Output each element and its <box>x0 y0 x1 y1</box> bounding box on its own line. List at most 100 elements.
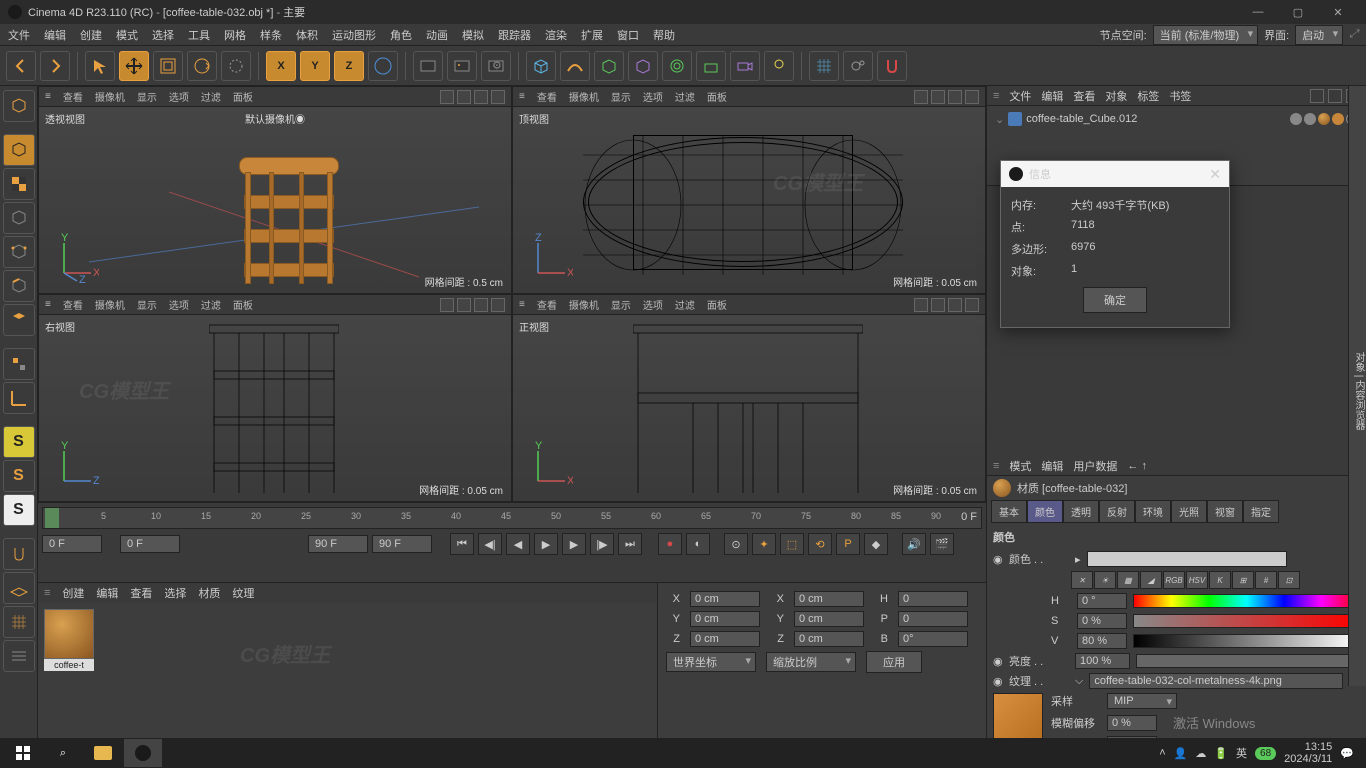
attr-back-icon[interactable]: ← <box>1127 460 1138 472</box>
tray-ime[interactable]: 英 <box>1236 745 1247 761</box>
tab-transparency[interactable]: 透明 <box>1063 500 1099 523</box>
tab-environment[interactable]: 环境 <box>1135 500 1171 523</box>
brightness-field[interactable]: 100 % <box>1075 653 1130 669</box>
mat-menu-texture[interactable]: 纹理 <box>232 585 254 601</box>
explorer-taskbar-icon[interactable] <box>84 739 122 767</box>
vp-nav-icon[interactable] <box>931 298 945 312</box>
mat-grip[interactable]: ≡ <box>44 587 50 599</box>
next-key-button[interactable]: |▶ <box>590 533 614 555</box>
start-button[interactable] <box>4 739 42 767</box>
menu-extensions[interactable]: 扩展 <box>581 27 603 43</box>
objmgr-menu-edit[interactable]: 编辑 <box>1041 88 1063 104</box>
axis-x-toggle[interactable]: X <box>266 51 296 81</box>
tab-reflection[interactable]: 反射 <box>1099 500 1135 523</box>
goto-start-button[interactable]: ⏮ <box>450 533 474 555</box>
vp-nav-icon[interactable] <box>440 90 454 104</box>
menu-mograph[interactable]: 运动图形 <box>332 27 376 43</box>
object-item[interactable]: ⌄ coffee-table_Cube.012 <box>993 110 1360 128</box>
attr-fwd-icon[interactable]: ↑ <box>1141 460 1147 472</box>
tab-assign[interactable]: 指定 <box>1243 500 1279 523</box>
pos-y-field[interactable]: 0 cm <box>690 611 760 627</box>
menu-create[interactable]: 创建 <box>80 27 102 43</box>
vp-nav-icon[interactable] <box>474 90 488 104</box>
vp-menu-panel[interactable]: 面板 <box>233 297 253 312</box>
rot-h-field[interactable]: 0 <box>898 591 968 607</box>
move-tool[interactable] <box>119 51 149 81</box>
objmgr-grip[interactable]: ≡ <box>993 90 999 102</box>
add-camera-button[interactable] <box>730 51 760 81</box>
picker-icon[interactable]: ☀ <box>1094 571 1116 589</box>
pos-z-field[interactable]: 0 cm <box>690 631 760 647</box>
dialog-ok-button[interactable]: 确定 <box>1083 287 1147 313</box>
objmgr-menu-file[interactable]: 文件 <box>1009 88 1031 104</box>
vp-grip[interactable]: ≡ <box>519 299 525 310</box>
objmgr-icon[interactable] <box>1328 89 1342 103</box>
picker-hex[interactable]: # <box>1255 571 1277 589</box>
coord-scale-dropdown[interactable]: 缩放比例 <box>766 652 856 672</box>
vp-menu-display[interactable]: 显示 <box>137 297 157 312</box>
menu-file[interactable]: 文件 <box>8 27 30 43</box>
v-slider[interactable] <box>1133 634 1360 648</box>
vp-menu-display[interactable]: 显示 <box>137 89 157 104</box>
color-expand-icon[interactable]: ▸ <box>1075 553 1081 566</box>
picker-icon[interactable]: ▦ <box>1117 571 1139 589</box>
texture-dropdown-icon[interactable]: ⌵ <box>1075 675 1083 688</box>
layout-dropdown[interactable]: 启动 <box>1295 25 1343 45</box>
vp-menu-filter[interactable]: 过滤 <box>675 297 695 312</box>
right-edge-tabs[interactable]: 对象 | 内容浏览器 <box>1348 86 1366 686</box>
next-frame-button[interactable]: ▶ <box>562 533 586 555</box>
polygon-mode-button[interactable] <box>3 304 35 336</box>
vp-menu-options[interactable]: 选项 <box>169 89 189 104</box>
vp-grip[interactable]: ≡ <box>45 299 51 310</box>
grid-button[interactable] <box>809 51 839 81</box>
vp-menu-filter[interactable]: 过滤 <box>201 89 221 104</box>
vp-menu-options[interactable]: 选项 <box>169 297 189 312</box>
vp-grip[interactable]: ≡ <box>519 91 525 102</box>
menu-help[interactable]: 帮助 <box>653 27 675 43</box>
tray-cloud-icon[interactable]: ☁ <box>1195 747 1206 760</box>
coord-system-dropdown[interactable]: 世界坐标 <box>666 652 756 672</box>
viewport-solo-button[interactable]: S <box>3 426 35 458</box>
tray-up-icon[interactable]: ˄ <box>1159 747 1165 759</box>
last-tool[interactable] <box>221 51 251 81</box>
viewport-front[interactable]: ≡ 查看 摄像机 显示 选项 过滤 面板 正视图 <box>512 294 986 502</box>
project-end-field[interactable]: 90 F <box>372 535 432 553</box>
rot-b-field[interactable]: 0° <box>898 631 968 647</box>
picker-icon[interactable]: ✕ <box>1071 571 1093 589</box>
vp-menu-view[interactable]: 查看 <box>537 89 557 104</box>
material-item[interactable]: coffee-t <box>44 609 94 671</box>
menu-character[interactable]: 角色 <box>390 27 412 43</box>
tab-illumination[interactable]: 光照 <box>1171 500 1207 523</box>
render-view-button[interactable] <box>413 51 443 81</box>
mat-menu-edit[interactable]: 编辑 <box>96 585 118 601</box>
tray-people-icon[interactable]: 👤 <box>1174 747 1188 760</box>
attr-menu-edit[interactable]: 编辑 <box>1041 458 1063 474</box>
workplane-mode-button[interactable] <box>3 202 35 234</box>
clap-button[interactable]: 🎬 <box>930 533 954 555</box>
color-swatch[interactable] <box>1087 551 1287 567</box>
layout-reset-icon[interactable]: ⤢ <box>1349 28 1358 41</box>
vp-nav-icon[interactable] <box>440 298 454 312</box>
pos-x-field[interactable]: 0 cm <box>690 591 760 607</box>
objmgr-menu-view[interactable]: 查看 <box>1073 88 1095 104</box>
solo-off-button[interactable]: S <box>3 494 35 526</box>
key-scale-button[interactable]: ⬚ <box>780 533 804 555</box>
range-start-field[interactable]: 0 F <box>42 535 102 553</box>
point-mode-button[interactable] <box>3 236 35 268</box>
mat-menu-material[interactable]: 材质 <box>198 585 220 601</box>
tab-basic[interactable]: 基本 <box>991 500 1027 523</box>
axis-z-toggle[interactable]: Z <box>334 51 364 81</box>
brightness-slider[interactable] <box>1136 654 1360 668</box>
camera-button[interactable] <box>843 51 873 81</box>
vp-menu-view[interactable]: 查看 <box>537 297 557 312</box>
playhead[interactable] <box>45 508 59 528</box>
key-pos-button[interactable]: ✦ <box>752 533 776 555</box>
vp-nav-icon[interactable] <box>914 298 928 312</box>
redo-button[interactable] <box>40 51 70 81</box>
attr-menu-userdata[interactable]: 用户数据 <box>1073 458 1117 474</box>
visibility-editor-dot[interactable] <box>1290 113 1302 125</box>
vp-menu-options[interactable]: 选项 <box>643 89 663 104</box>
menu-render[interactable]: 渲染 <box>545 27 567 43</box>
vp-menu-view[interactable]: 查看 <box>63 297 83 312</box>
picker-icon[interactable]: ◢ <box>1140 571 1162 589</box>
